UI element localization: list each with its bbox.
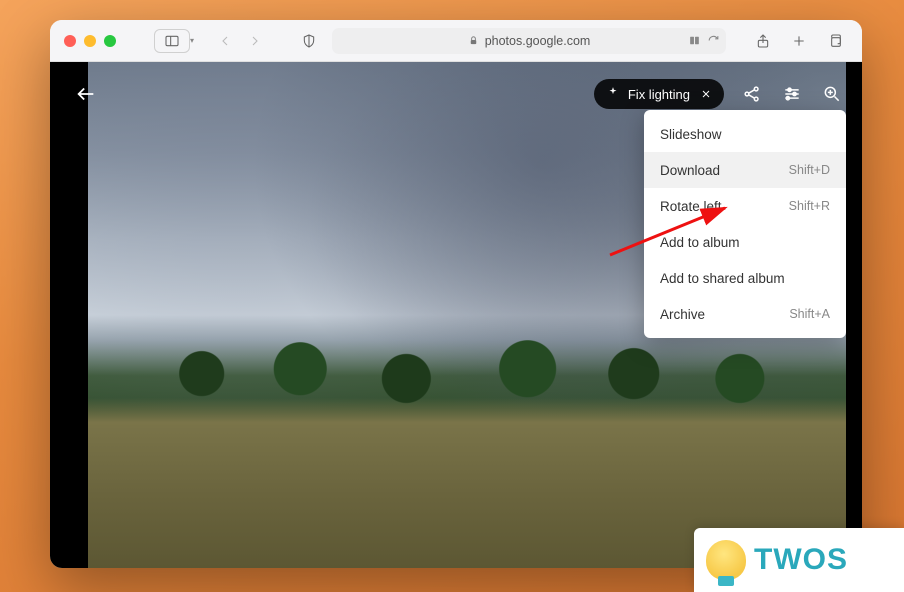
sidebar-toggle-button[interactable] xyxy=(154,29,190,53)
zoom-in-icon xyxy=(822,84,842,104)
minimize-window-button[interactable] xyxy=(84,35,96,47)
menu-item-slideshow[interactable]: Slideshow xyxy=(644,116,846,152)
chevron-down-icon[interactable]: ▾ xyxy=(190,36,194,45)
dismiss-suggestion-button[interactable] xyxy=(698,86,714,102)
twos-watermark: TWOS xyxy=(694,528,904,592)
menu-item-archive[interactable]: Archive Shift+A xyxy=(644,296,846,332)
share-photo-button[interactable] xyxy=(740,82,764,106)
menu-item-download[interactable]: Download Shift+D xyxy=(644,152,846,188)
plus-icon xyxy=(791,33,807,49)
more-options-menu: Slideshow Download Shift+D Rotate left S… xyxy=(644,110,846,338)
menu-item-add-to-shared-album[interactable]: Add to shared album xyxy=(644,260,846,296)
shield-icon xyxy=(301,33,317,49)
sidebar-icon xyxy=(164,33,180,49)
share-page-button[interactable] xyxy=(750,28,776,54)
chevron-right-icon xyxy=(247,33,263,49)
sparkle-icon xyxy=(606,86,620,103)
nav-forward-button[interactable] xyxy=(242,28,268,54)
share-nodes-icon xyxy=(742,84,762,104)
zoom-button[interactable] xyxy=(820,82,844,106)
menu-shortcut: Shift+R xyxy=(789,199,830,213)
reader-icon[interactable] xyxy=(688,34,701,47)
tabs-icon xyxy=(827,33,843,49)
close-window-button[interactable] xyxy=(64,35,76,47)
new-tab-button[interactable] xyxy=(786,28,812,54)
menu-label: Add to shared album xyxy=(660,271,785,286)
fullscreen-window-button[interactable] xyxy=(104,35,116,47)
menu-shortcut: Shift+A xyxy=(789,307,830,321)
window-controls xyxy=(64,35,116,47)
menu-item-rotate-left[interactable]: Rotate left Shift+R xyxy=(644,188,846,224)
menu-shortcut: Shift+D xyxy=(789,163,830,177)
watermark-text: TWOS xyxy=(754,543,848,577)
browser-titlebar: ▾ photos.google.com xyxy=(50,20,862,62)
privacy-shield-button[interactable] xyxy=(296,28,322,54)
nav-back-button[interactable] xyxy=(212,28,238,54)
menu-label: Download xyxy=(660,163,720,178)
arrow-left-icon xyxy=(75,83,97,105)
edit-photo-button[interactable] xyxy=(780,82,804,106)
tune-icon xyxy=(782,84,802,104)
menu-label: Slideshow xyxy=(660,127,722,142)
tab-overview-button[interactable] xyxy=(822,28,848,54)
viewer-back-button[interactable] xyxy=(68,76,104,112)
menu-label: Rotate left xyxy=(660,199,722,214)
menu-label: Add to album xyxy=(660,235,740,250)
fix-lighting-suggestion[interactable]: Fix lighting xyxy=(594,79,724,109)
menu-label: Archive xyxy=(660,307,705,322)
share-up-icon xyxy=(755,33,771,49)
url-text: photos.google.com xyxy=(485,34,591,48)
safari-window: ▾ photos.google.com xyxy=(50,20,862,568)
menu-item-add-to-album[interactable]: Add to album xyxy=(644,224,846,260)
address-bar[interactable]: photos.google.com xyxy=(332,28,726,54)
photo-viewer: Fix lighting Slideshow xyxy=(50,62,862,568)
reload-icon[interactable] xyxy=(707,34,720,47)
lock-icon xyxy=(468,35,479,46)
suggestion-label: Fix lighting xyxy=(628,87,690,102)
chevron-left-icon xyxy=(217,33,233,49)
lightbulb-icon xyxy=(706,540,746,580)
viewer-toolbar: Fix lighting xyxy=(68,74,844,114)
close-icon xyxy=(700,88,712,100)
